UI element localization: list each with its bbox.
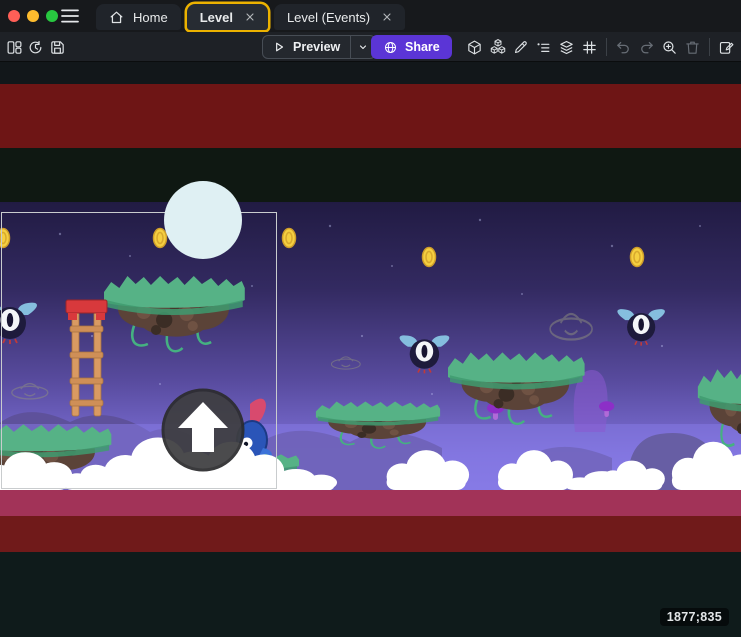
coin [154, 229, 167, 248]
objects-panel-button[interactable] [486, 35, 509, 59]
undo-icon [615, 39, 632, 56]
dark-band [0, 148, 741, 202]
toggle-grid-button[interactable] [578, 35, 601, 59]
tab-level-label: Level [200, 10, 233, 25]
preview-button[interactable]: Preview [262, 35, 376, 59]
edit-scene-icon [718, 39, 735, 56]
home-icon [109, 10, 124, 25]
zoom-window-button[interactable] [46, 10, 58, 22]
trash-icon [684, 39, 701, 56]
main-menu-button[interactable] [58, 7, 82, 25]
preview-main[interactable]: Preview [263, 36, 350, 58]
tab-home[interactable]: Home [96, 4, 181, 30]
play-icon [272, 40, 286, 54]
redo-button[interactable] [635, 35, 658, 59]
objects-group-icon [489, 38, 507, 56]
game-scene[interactable] [0, 84, 741, 552]
tab-level-events[interactable]: Level (Events) [274, 4, 405, 30]
tab-level[interactable]: Level [187, 4, 268, 30]
zoom-in-icon [661, 39, 678, 56]
tab-home-label: Home [133, 10, 168, 25]
save-icon [49, 39, 66, 56]
layers-panel-button[interactable] [555, 35, 578, 59]
pencil-icon [512, 39, 529, 56]
editor-toolbar-icons [463, 35, 738, 59]
toolbar-separator [606, 38, 607, 56]
share-label: Share [405, 40, 440, 54]
undo-button[interactable] [612, 35, 635, 59]
redo-icon [638, 39, 655, 56]
minimize-window-button[interactable] [27, 10, 39, 22]
save-button[interactable] [45, 35, 69, 59]
cursor-coordinates: 1877;835 [660, 608, 729, 626]
titlebar: Home Level Level (Events) [0, 0, 741, 32]
scene-properties-button[interactable] [715, 35, 738, 59]
close-window-button[interactable] [8, 10, 20, 22]
gdevelop-window: Home Level Level (Events) [0, 0, 741, 637]
chevron-down-icon [357, 41, 369, 53]
close-icon [382, 12, 392, 22]
panels-icon [6, 39, 23, 56]
history-button[interactable] [23, 35, 47, 59]
window-controls [8, 10, 58, 22]
coin [283, 229, 296, 248]
close-tab-button[interactable] [382, 12, 392, 22]
share-button[interactable]: Share [371, 35, 452, 59]
moon[interactable] [164, 181, 242, 259]
hamburger-icon [60, 8, 80, 24]
preview-label: Preview [293, 40, 340, 54]
instances-list-button[interactable] [532, 35, 555, 59]
coin [631, 248, 644, 267]
instances-list-icon [535, 39, 552, 56]
coin [423, 248, 436, 267]
delete-button[interactable] [681, 35, 704, 59]
history-icon [27, 39, 44, 56]
close-icon [245, 12, 255, 22]
toolbar-separator [709, 38, 710, 56]
close-tab-button[interactable] [245, 12, 255, 22]
canvas-background [0, 62, 741, 84]
grid-icon [581, 39, 598, 56]
tab-level-events-label: Level (Events) [287, 10, 370, 25]
toolbar: Preview Share [0, 32, 741, 62]
globe-icon [383, 40, 398, 55]
top-red-band[interactable] [0, 84, 741, 148]
cube-3d-icon [466, 39, 483, 56]
zoom-button[interactable] [658, 35, 681, 59]
ground-dark-red-band[interactable] [0, 516, 741, 552]
layers-icon [558, 39, 575, 56]
scene-editor-canvas[interactable]: 1877;835 [0, 62, 741, 637]
up-arrow-button[interactable] [163, 390, 243, 470]
ground-pink-band[interactable] [0, 490, 741, 516]
edit-object-button[interactable] [509, 35, 532, 59]
toggle-3d-button[interactable] [463, 35, 486, 59]
tab-bar: Home Level Level (Events) [96, 4, 405, 32]
